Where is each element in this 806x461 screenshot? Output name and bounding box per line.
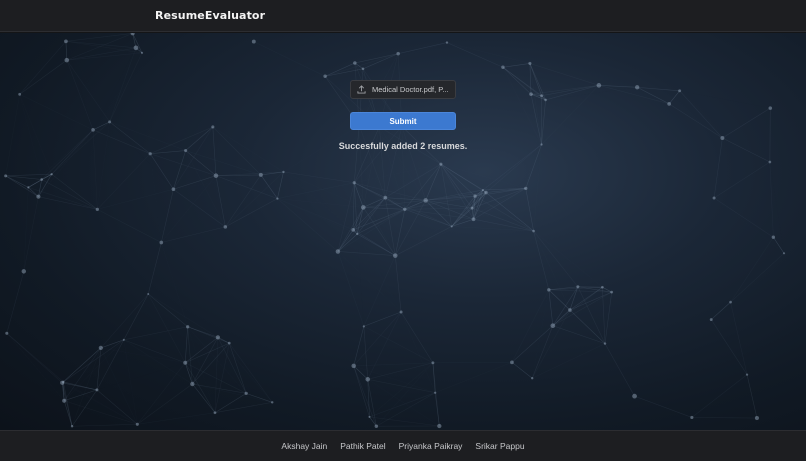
footer-link-pathik-patel[interactable]: Pathik Patel [340,441,385,451]
status-message: Succesfully added 2 resumes. [338,141,468,151]
file-upload-input[interactable]: Medical Doctor.pdf, P... [350,80,456,99]
footer-link-akshay-jain[interactable]: Akshay Jain [281,441,327,451]
brand-logo[interactable]: ResumeEvaluator [155,9,265,22]
footer-link-priyanka-paikray[interactable]: Priyanka Paikray [399,441,463,451]
submit-button[interactable]: Submit [350,112,456,130]
selected-files-label: Medical Doctor.pdf, P... [372,85,449,94]
footer-link-srikar-pappu[interactable]: Srikar Pappu [475,441,524,451]
top-navbar: ResumeEvaluator [0,0,806,32]
footer: Akshay Jain Pathik Patel Priyanka Paikra… [0,430,806,461]
upload-icon [357,85,366,94]
